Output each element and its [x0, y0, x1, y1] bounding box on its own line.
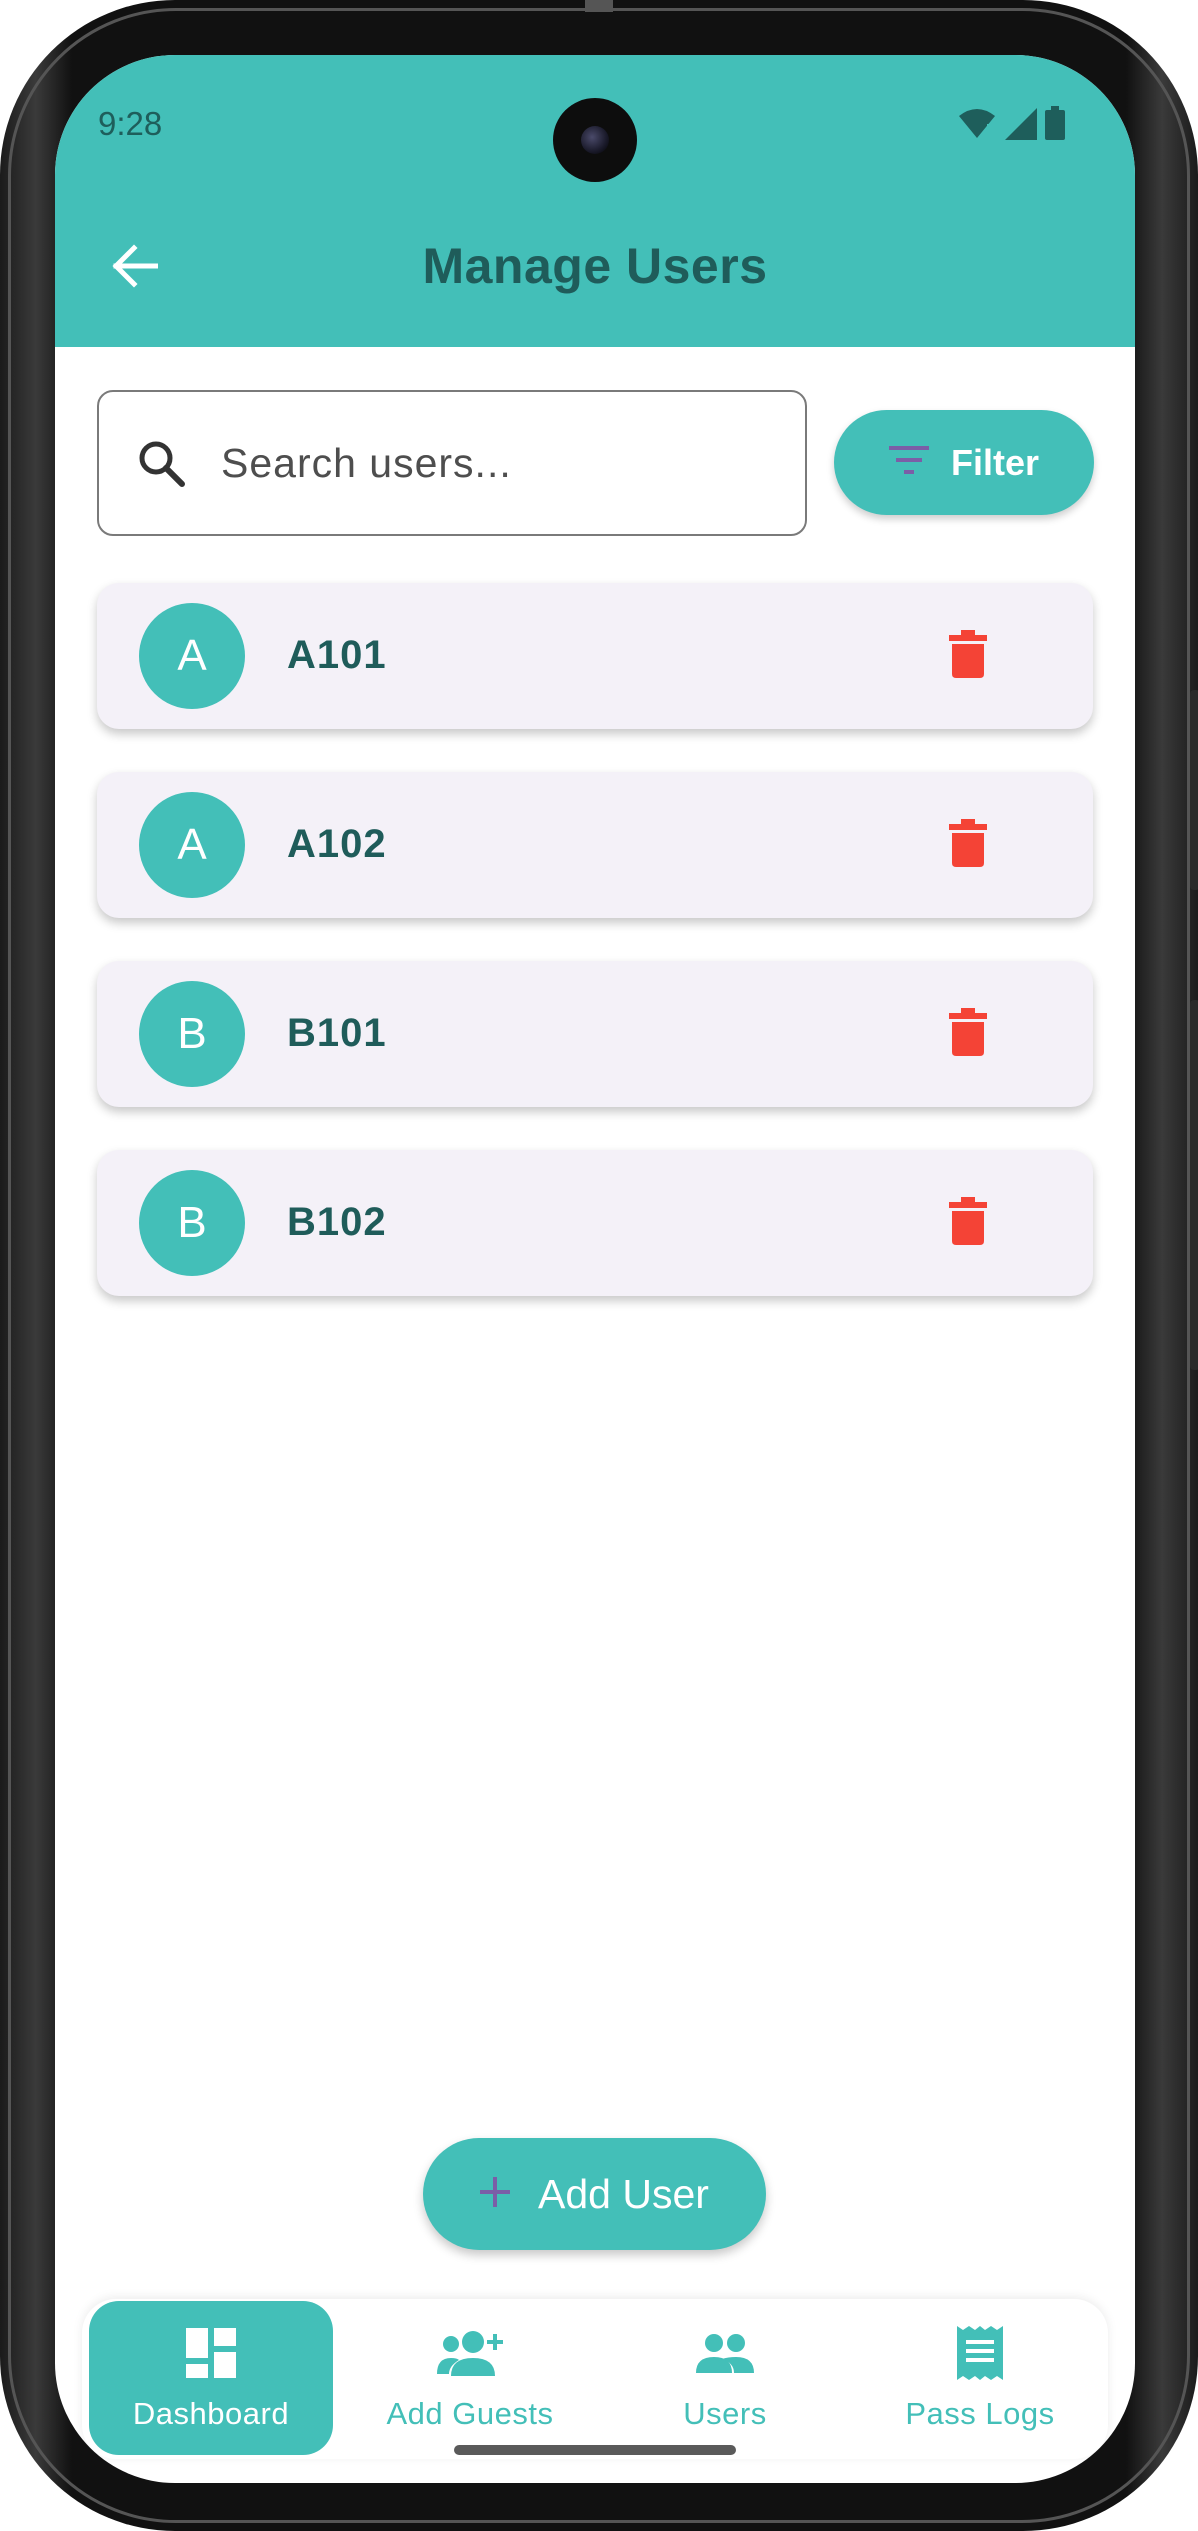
plus-icon: [480, 2176, 511, 2212]
wifi-icon: [957, 106, 997, 145]
dashboard-icon: [186, 2324, 236, 2382]
app-bar: 9:28 Manage Users: [55, 55, 1135, 347]
delete-button[interactable]: [933, 621, 1003, 691]
nav-item-dashboard[interactable]: Dashboard: [89, 2301, 333, 2455]
user-list: A A101 A A102 B B101 B B102: [97, 583, 1093, 1339]
person-add-icon: [437, 2324, 503, 2382]
delete-icon: [949, 1196, 987, 1250]
search-input[interactable]: [219, 438, 779, 488]
user-name: A102: [287, 822, 387, 866]
add-user-label: Add User: [538, 2170, 709, 2217]
status-icons: [957, 106, 1065, 145]
delete-button[interactable]: [933, 1188, 1003, 1258]
avatar: A: [139, 792, 245, 898]
delete-button[interactable]: [933, 999, 1003, 1069]
volume-button: [1190, 1000, 1198, 1370]
nav-item-pass-logs[interactable]: Pass Logs: [858, 2301, 1102, 2455]
battery-icon: [1045, 106, 1065, 145]
phone-frame: 9:28 Manage Users Search users... Filter…: [0, 0, 1198, 2531]
user-card[interactable]: A A101: [97, 583, 1093, 729]
filter-label: Filter: [950, 441, 1039, 483]
group-icon: [696, 2324, 754, 2382]
delete-icon: [949, 629, 987, 683]
nav-label: Pass Logs: [905, 2396, 1055, 2431]
power-button: [1190, 690, 1198, 890]
filter-list-icon: [888, 446, 929, 479]
user-card[interactable]: A A102: [97, 772, 1093, 918]
user-name: A101: [287, 633, 387, 677]
nav-item-users[interactable]: Users: [603, 2301, 847, 2455]
frame-top-notch: [585, 0, 613, 12]
nav-label: Dashboard: [132, 2396, 290, 2431]
filter-button[interactable]: Filter: [834, 410, 1094, 515]
user-name: B101: [287, 1011, 387, 1055]
search-icon: [133, 435, 189, 491]
delete-button[interactable]: [933, 810, 1003, 880]
status-time: 9:28: [98, 105, 163, 142]
add-user-button[interactable]: Add User: [423, 2138, 766, 2250]
user-name: B102: [287, 1200, 387, 1244]
screen: 9:28 Manage Users Search users... Filter…: [55, 55, 1135, 2483]
nav-item-add-guests[interactable]: Add Guests: [348, 2301, 592, 2455]
avatar: B: [139, 1170, 245, 1276]
receipt-icon: [957, 2324, 1003, 2382]
user-card[interactable]: B B102: [97, 1150, 1093, 1296]
bottom-navigation: Dashboard Add Guests Users Pass Logs: [82, 2299, 1108, 2459]
front-camera: [553, 98, 637, 182]
signal-icon: [1005, 108, 1037, 145]
nav-label: Add Guests: [386, 2396, 554, 2431]
avatar: B: [139, 981, 245, 1087]
home-indicator[interactable]: [454, 2445, 736, 2455]
nav-label: Users: [683, 2396, 767, 2431]
search-field[interactable]: [97, 390, 807, 536]
avatar: A: [139, 603, 245, 709]
delete-icon: [949, 1007, 987, 1061]
page-title: Manage Users: [422, 238, 768, 294]
user-card[interactable]: B B101: [97, 961, 1093, 1107]
delete-icon: [949, 818, 987, 872]
